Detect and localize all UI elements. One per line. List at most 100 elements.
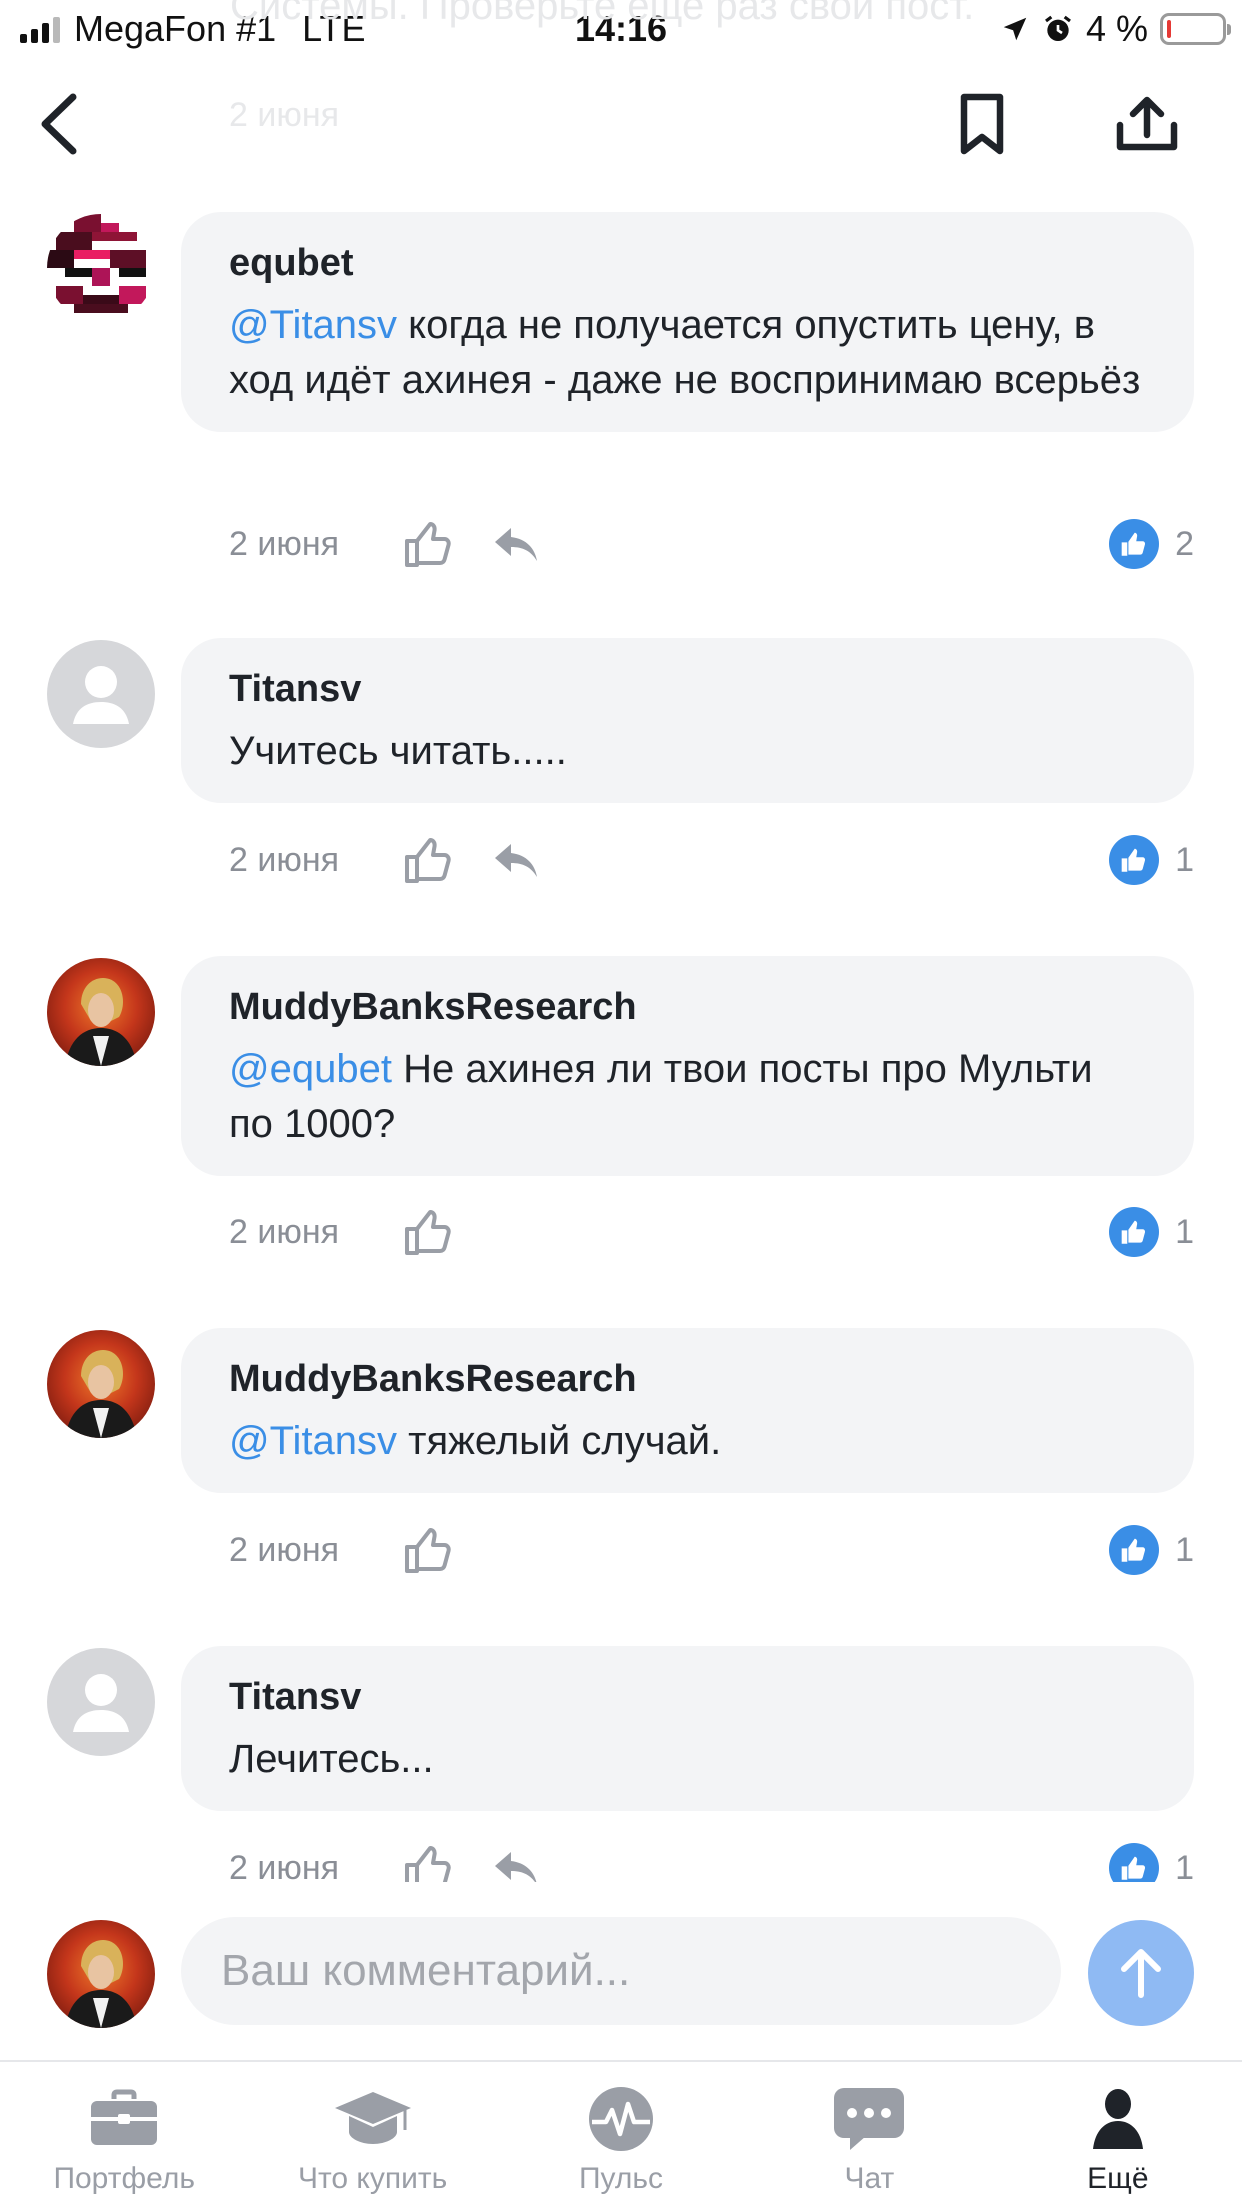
tab-pulse[interactable]: Пульс <box>497 2062 745 2208</box>
avatar[interactable] <box>47 1648 155 1756</box>
comment-date: 2 июня <box>229 1212 340 1251</box>
thumbs-up-outline-icon <box>405 1210 451 1255</box>
like-count: 1 <box>1175 1530 1194 1569</box>
mention-link[interactable]: @Titansv <box>229 1419 397 1463</box>
tab-label: Что купить <box>297 2162 448 2195</box>
comment-composer <box>0 1900 1242 2060</box>
comment-body: Учитесь читать..... <box>229 729 567 773</box>
comment-author[interactable]: equbet <box>229 238 1146 288</box>
avatar[interactable] <box>47 214 155 322</box>
like-button[interactable] <box>399 1202 459 1262</box>
like-button[interactable] <box>399 830 459 890</box>
battery-percent: 4 % <box>1085 8 1148 49</box>
comment-author[interactable]: MuddyBanksResearch <box>229 982 1146 1032</box>
avatar[interactable] <box>47 958 155 1066</box>
comment-date: 2 июня <box>229 524 340 563</box>
tab-bar: Портфель Что купить Пульс Чат Ещё <box>0 2060 1242 2208</box>
reply-button[interactable] <box>487 1838 547 1882</box>
send-button[interactable] <box>1088 1920 1194 2026</box>
reply-icon <box>495 528 537 561</box>
tab-label: Пульс <box>578 2162 664 2195</box>
share-button[interactable] <box>1105 82 1189 166</box>
reply-icon <box>495 844 537 877</box>
tab-label: Ещё <box>1087 2162 1149 2195</box>
comment-body: тяжелый случай. <box>397 1419 722 1463</box>
like-button[interactable] <box>399 1838 459 1882</box>
tab-chat[interactable]: Чат <box>745 2062 993 2208</box>
comment-meta: 2 июня 1 <box>229 1202 1194 1262</box>
pulse-icon <box>589 2087 654 2151</box>
alarm-icon <box>1044 15 1071 41</box>
location-arrow-icon <box>1003 17 1027 41</box>
comment-date: 2 июня <box>229 1530 340 1569</box>
thumbs-up-outline-icon <box>405 838 451 883</box>
bookmark-button[interactable] <box>942 84 1022 164</box>
comment-text: Лечитесь... <box>229 1732 1146 1787</box>
comment-text: @Titansv тяжелый случай. <box>229 1414 1146 1469</box>
tab-what-to-buy[interactable]: Что купить <box>248 2062 496 2208</box>
default-user-icon <box>73 666 129 724</box>
bookmark-icon <box>960 93 1004 155</box>
tab-portfolio[interactable]: Портфель <box>0 2062 248 2208</box>
comment-bubble: Titansv Лечитесь... <box>181 1646 1194 1811</box>
back-button[interactable] <box>20 84 100 164</box>
battery-icon <box>1160 13 1231 45</box>
comment-input[interactable] <box>181 1917 1061 2025</box>
my-avatar <box>47 1920 155 2028</box>
thumbs-up-outline-icon <box>405 1846 451 1882</box>
likes-block[interactable]: 1 <box>1109 1202 1194 1262</box>
share-icon <box>1116 96 1178 151</box>
like-count: 1 <box>1175 1212 1194 1251</box>
likes-block[interactable]: 1 <box>1109 1520 1194 1580</box>
comment-meta: 2 июня 1 <box>229 1520 1194 1580</box>
reply-button[interactable] <box>487 830 547 890</box>
avatar[interactable] <box>47 1330 155 1438</box>
mention-link[interactable]: @Titansv <box>229 303 397 347</box>
comment-body: Лечитесь... <box>229 1737 434 1781</box>
default-user-icon <box>73 1674 129 1732</box>
comment-bubble: Titansv Учитесь читать..... <box>181 638 1194 803</box>
arrow-up-icon <box>1121 1949 1161 1998</box>
thumbs-up-filled-icon <box>1109 835 1160 885</box>
like-count: 1 <box>1175 840 1194 879</box>
comment-author[interactable]: Titansv <box>229 1672 1146 1722</box>
reply-icon <box>495 1852 537 1882</box>
photo-avatar-icon <box>65 978 137 1066</box>
comment-text: Учитесь читать..... <box>229 724 1146 779</box>
graduation-cap-icon <box>334 2092 411 2144</box>
comment-date: 2 июня <box>229 840 340 879</box>
chevron-left-icon <box>41 93 77 155</box>
comment-item: Titansv Лечитесь... 2 июня 1 <box>0 1646 1242 1882</box>
like-button[interactable] <box>399 1520 459 1580</box>
thumbs-up-outline-icon <box>405 522 451 567</box>
like-button[interactable] <box>399 514 459 574</box>
scrolled-post-text: Системы. Проверьте еще раз свой пост. <box>230 0 975 28</box>
comment-author[interactable]: Titansv <box>229 664 1146 714</box>
comment-bubble: MuddyBanksResearch @equbet Не ахинея ли … <box>181 956 1194 1176</box>
nav-bar <box>0 62 1242 192</box>
likes-block[interactable]: 1 <box>1109 830 1194 890</box>
thumbs-up-outline-icon <box>405 1528 451 1573</box>
photo-avatar-icon <box>65 1350 137 1438</box>
like-count: 1 <box>1175 1848 1194 1883</box>
thumbs-up-filled-icon <box>1109 519 1160 569</box>
comment-bubble: MuddyBanksResearch @Titansv тяжелый случ… <box>181 1328 1194 1493</box>
chat-icon <box>834 2088 905 2150</box>
comment-bubble: equbet @Titansv когда не получается опус… <box>181 212 1194 432</box>
tab-label: Портфель <box>53 2162 195 2195</box>
briefcase-icon <box>91 2089 158 2145</box>
tab-more[interactable]: Ещё <box>994 2062 1242 2208</box>
status-right: 4 % <box>1000 8 1231 50</box>
reply-button[interactable] <box>487 514 547 574</box>
tab-label: Чат <box>844 2162 895 2195</box>
comment-text: @Titansv когда не получается опустить це… <box>229 298 1146 408</box>
thumbs-up-filled-icon <box>1109 1207 1160 1257</box>
person-icon <box>1092 2089 1143 2149</box>
comment-meta: 2 июня 1 <box>229 830 1194 890</box>
mention-link[interactable]: @equbet <box>229 1047 392 1091</box>
comment-meta: 2 июня 1 <box>229 1838 1194 1882</box>
likes-block[interactable]: 2 <box>1109 514 1194 574</box>
avatar[interactable] <box>47 640 155 748</box>
comment-author[interactable]: MuddyBanksResearch <box>229 1354 1146 1404</box>
likes-block[interactable]: 1 <box>1109 1838 1194 1882</box>
